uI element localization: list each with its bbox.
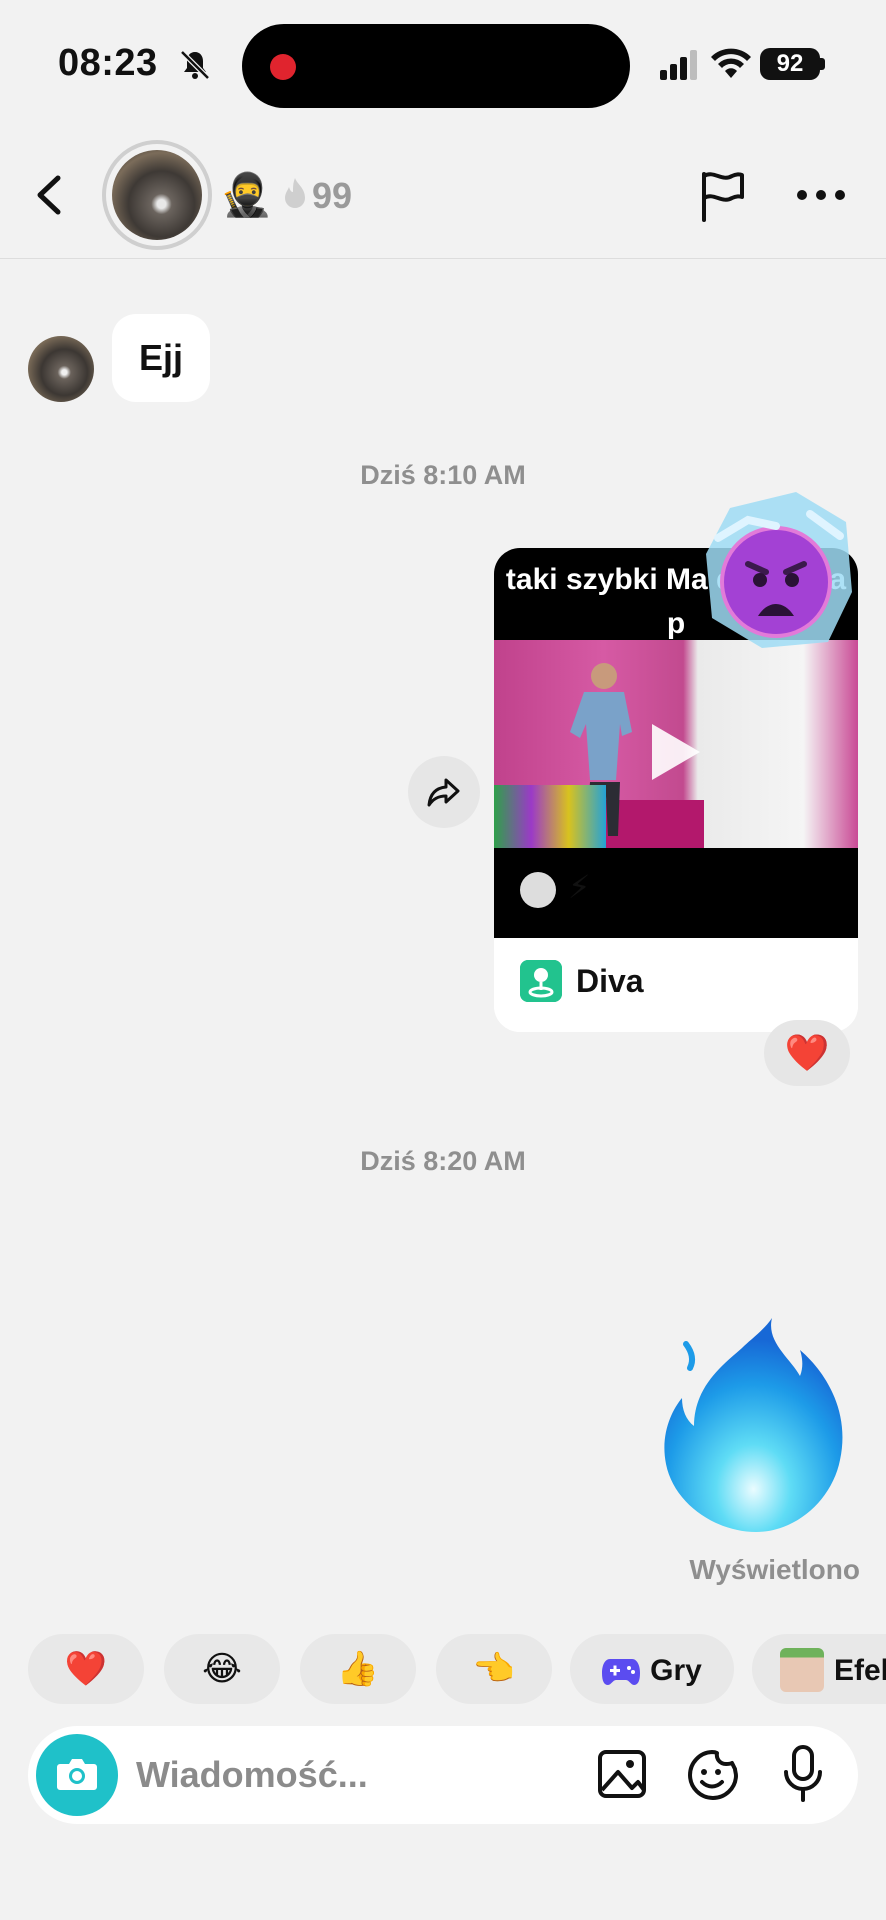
- video-frame: [494, 640, 858, 848]
- wifi-icon: [711, 48, 751, 78]
- message-input[interactable]: [136, 1744, 576, 1806]
- gamepad-icon: [602, 1659, 641, 1685]
- sound-link-label[interactable]: Diva: [576, 960, 644, 1002]
- camera-icon: [57, 1759, 97, 1790]
- recording-indicator: [270, 54, 296, 80]
- play-icon[interactable]: [644, 720, 704, 784]
- status-time: 08:23: [58, 42, 158, 84]
- battery-tip: [820, 58, 825, 70]
- message-reaction[interactable]: ❤️: [764, 1020, 850, 1086]
- effect-thumbnail: [780, 1648, 824, 1692]
- flag-report-icon[interactable]: [698, 170, 748, 222]
- share-arrow-icon: [427, 778, 460, 807]
- quick-reply-effects-label: Efek: [834, 1654, 886, 1687]
- message-timestamp: Dziś 8:20 AM: [360, 1146, 526, 1176]
- bolt-emoji: ⚡: [568, 869, 591, 905]
- dynamic-island: [242, 24, 630, 108]
- quick-reply-games-label: Gry: [650, 1654, 702, 1687]
- quick-reply-effects[interactable]: Efek: [752, 1634, 886, 1704]
- incoming-message-bubble[interactable]: Ejj: [112, 314, 210, 402]
- creator-avatar: [520, 872, 556, 908]
- bell-muted-icon: [180, 50, 210, 80]
- sticker-emoji-icon[interactable]: [686, 1748, 740, 1802]
- more-options-icon[interactable]: [796, 188, 846, 202]
- quick-reply-heart[interactable]: ❤️: [28, 1634, 144, 1704]
- gallery-image-icon[interactable]: [596, 1746, 648, 1802]
- streak-flame-icon: [285, 178, 305, 208]
- message-timestamp: Dziś 8:10 AM: [360, 460, 526, 490]
- quick-reply-games[interactable]: Gry: [570, 1634, 734, 1704]
- seen-status: Wyświetlono: [689, 1554, 860, 1585]
- video-inset: [494, 785, 606, 848]
- location-pin-icon: [520, 960, 562, 1002]
- contact-avatar[interactable]: [112, 150, 202, 240]
- contact-emoji: 🥷: [220, 171, 273, 218]
- quick-reply-thumbs-up[interactable]: 👍: [300, 1634, 416, 1704]
- battery-level: 92: [760, 48, 820, 80]
- back-arrow-icon[interactable]: [30, 170, 70, 220]
- quick-reply-laugh[interactable]: 😂: [164, 1634, 280, 1704]
- streak-count: 99: [312, 175, 353, 216]
- microphone-icon[interactable]: [780, 1744, 826, 1804]
- sender-avatar[interactable]: [28, 336, 94, 402]
- quick-reply-point[interactable]: 👈: [436, 1634, 552, 1704]
- blue-fire-sticker-icon[interactable]: [660, 1314, 856, 1550]
- cellular-signal-icon: [660, 50, 697, 80]
- frozen-face-sticker-icon[interactable]: [700, 488, 856, 652]
